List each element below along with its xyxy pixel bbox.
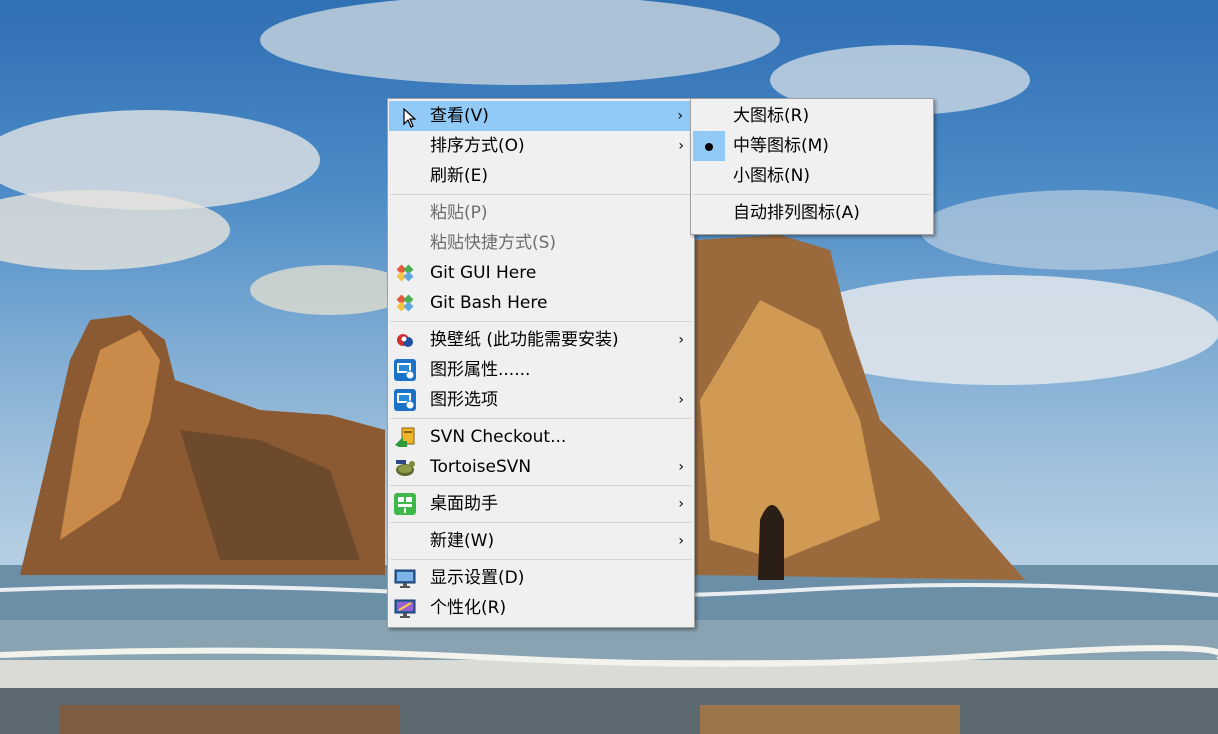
intel-graphics-icon [393, 388, 417, 412]
menu-separator [693, 194, 931, 195]
tortoisesvn-icon [393, 455, 417, 479]
menu-item-personalize[interactable]: 个性化(R) [388, 593, 694, 623]
menu-item-view[interactable]: 查看(V) › [389, 101, 693, 131]
chevron-right-icon: › [678, 138, 684, 154]
git-bash-icon [393, 291, 417, 315]
chevron-right-icon: › [678, 533, 684, 549]
submenu-item-medium-icons[interactable]: 中等图标(M) [691, 131, 933, 161]
menu-separator [390, 321, 692, 322]
menu-item-paste-shortcut[interactable]: 粘贴快捷方式(S) [388, 228, 694, 258]
chevron-right-icon: › [678, 392, 684, 408]
display-settings-icon [393, 566, 417, 590]
menu-item-git-bash[interactable]: Git Bash Here [388, 288, 694, 318]
menu-item-display-settings[interactable]: 显示设置(D) [388, 563, 694, 593]
desktop-context-menu: 查看(V) › 排序方式(O) › 刷新(E) 粘贴(P) 粘贴快捷方式(S) … [387, 98, 695, 628]
menu-item-svn-checkout[interactable]: SVN Checkout... [388, 422, 694, 452]
git-gui-icon [393, 261, 417, 285]
menu-item-tortoisesvn[interactable]: TortoiseSVN › [388, 452, 694, 482]
chevron-right-icon: › [678, 332, 684, 348]
chevron-right-icon: › [678, 459, 684, 475]
menu-separator [390, 522, 692, 523]
menu-separator [390, 559, 692, 560]
personalize-icon [393, 596, 417, 620]
menu-separator [390, 485, 692, 486]
menu-item-paste[interactable]: 粘贴(P) [388, 198, 694, 228]
menu-item-sort-by[interactable]: 排序方式(O) › [388, 131, 694, 161]
wallpaper-icon [393, 328, 417, 352]
menu-item-graphics-options[interactable]: 图形选项 › [388, 385, 694, 415]
view-submenu: 大图标(R) 中等图标(M) 小图标(N) 自动排列图标(A) [690, 98, 934, 235]
menu-separator [390, 194, 692, 195]
submenu-item-small-icons[interactable]: 小图标(N) [691, 161, 933, 191]
intel-graphics-icon [393, 358, 417, 382]
desktop-assistant-icon [393, 492, 417, 516]
menu-item-new[interactable]: 新建(W) › [388, 526, 694, 556]
submenu-item-large-icons[interactable]: 大图标(R) [691, 101, 933, 131]
radio-dot-icon [705, 143, 713, 151]
menu-item-desktop-assistant[interactable]: 桌面助手 › [388, 489, 694, 519]
menu-item-change-wallpaper[interactable]: 换壁纸 (此功能需要安装) › [388, 325, 694, 355]
svn-checkout-icon [393, 425, 417, 449]
menu-item-graphics-properties[interactable]: 图形属性...... [388, 355, 694, 385]
menu-item-git-gui[interactable]: Git GUI Here [388, 258, 694, 288]
submenu-item-auto-arrange[interactable]: 自动排列图标(A) [691, 198, 933, 228]
menu-item-refresh[interactable]: 刷新(E) [388, 161, 694, 191]
chevron-right-icon: › [678, 496, 684, 512]
menu-separator [390, 418, 692, 419]
chevron-right-icon: › [677, 108, 683, 124]
